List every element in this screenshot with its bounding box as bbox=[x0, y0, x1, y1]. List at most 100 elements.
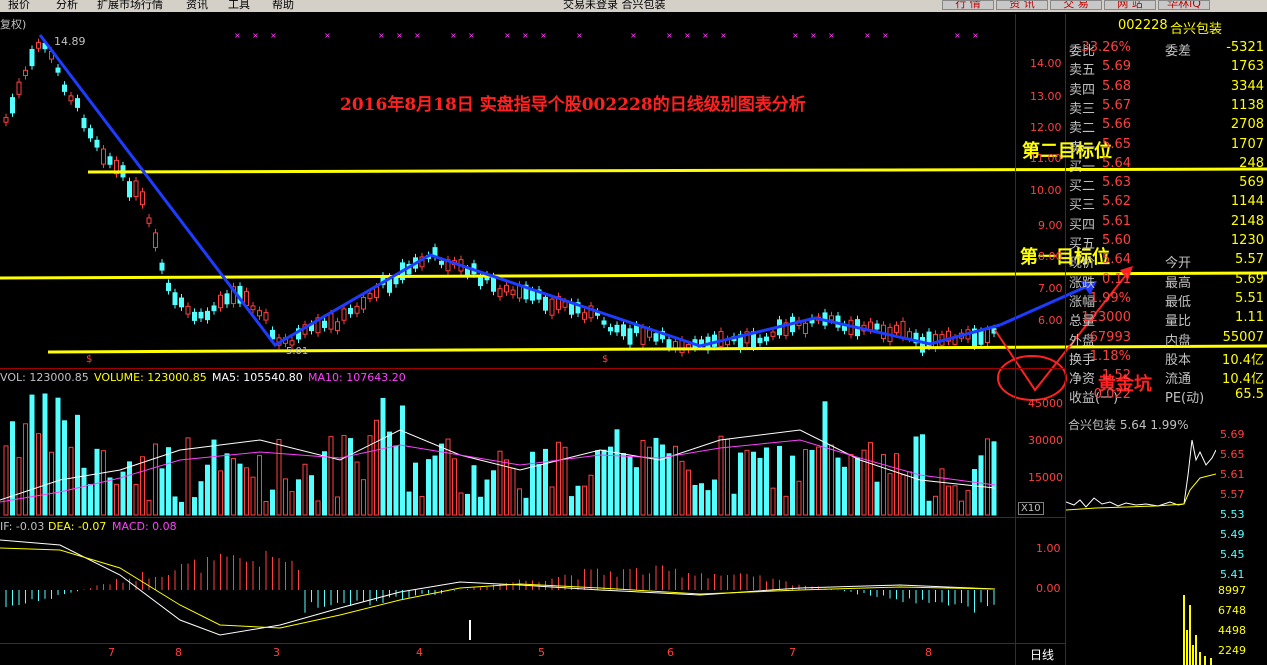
mini-volume-tick: 6748 bbox=[1218, 604, 1246, 617]
volume-bar bbox=[809, 449, 815, 516]
quote-cell: 2708 bbox=[1230, 117, 1264, 133]
volume-bar bbox=[270, 489, 275, 516]
volume-scale-badge[interactable]: X10 bbox=[1018, 502, 1044, 515]
menu-item-analysis[interactable]: 分析 bbox=[56, 0, 78, 12]
volume-bar bbox=[218, 470, 223, 516]
mini-volume-tick: 8997 bbox=[1218, 584, 1246, 597]
volume-bar bbox=[283, 478, 288, 516]
quote-cell: 1230 bbox=[1230, 233, 1264, 248]
volume-bar bbox=[569, 496, 574, 516]
mini-volume-tick: 4498 bbox=[1218, 624, 1246, 637]
mini-price-tick: 5.45 bbox=[1220, 548, 1245, 561]
quote-cell: 1707 bbox=[1230, 136, 1264, 152]
quote-button[interactable]: 行 情 bbox=[942, 0, 994, 10]
mini-intraday-chart[interactable] bbox=[1066, 430, 1216, 665]
menu-item-news[interactable]: 资讯 bbox=[186, 0, 208, 12]
volume-bar bbox=[458, 492, 464, 516]
candle-body bbox=[393, 276, 399, 285]
candle-body bbox=[621, 324, 626, 337]
candle-body bbox=[101, 148, 106, 165]
quote-cell: 55007 bbox=[1222, 329, 1264, 345]
candle-body bbox=[198, 311, 204, 319]
volume-bar bbox=[666, 453, 672, 516]
candle-body bbox=[172, 292, 178, 306]
quote-row: 卖二 5.66 2708 bbox=[1066, 117, 1267, 136]
volume-bar bbox=[874, 481, 880, 516]
volume-bar bbox=[842, 466, 847, 516]
quote-cell: -33.26% bbox=[1076, 40, 1131, 55]
trade-button[interactable]: 交 易 bbox=[1050, 0, 1102, 10]
volume-bar bbox=[965, 490, 971, 516]
ma5-value: MA5: 105540.80 bbox=[212, 371, 303, 384]
candle-body bbox=[211, 305, 217, 312]
candle-body bbox=[185, 305, 191, 315]
mini-volume-tick: 2249 bbox=[1218, 644, 1246, 657]
quote-row: 换手 1.18% 股本 10.4亿 bbox=[1066, 349, 1267, 368]
quote-cell: 卖二 bbox=[1069, 121, 1096, 137]
high-price-label: 14.89 bbox=[54, 35, 86, 48]
menu-item-extended-market[interactable]: 扩展市场行情 bbox=[97, 0, 163, 12]
quote-cell: 5.51 bbox=[1235, 290, 1264, 306]
volume-bar bbox=[582, 485, 587, 516]
volume-bar bbox=[387, 431, 392, 516]
volume-bar bbox=[991, 441, 997, 516]
volume-bar bbox=[354, 461, 360, 516]
candle-body bbox=[608, 327, 613, 332]
volume-bar bbox=[322, 451, 327, 516]
volume-bar bbox=[257, 455, 262, 516]
candle-body bbox=[341, 308, 347, 321]
volume-bar bbox=[465, 493, 470, 516]
quote-cell: 1763 bbox=[1230, 59, 1264, 75]
macd-value: MACD: 0.08 bbox=[112, 520, 177, 533]
candle-body bbox=[530, 290, 535, 301]
candle-body bbox=[146, 217, 152, 224]
volume-bar bbox=[211, 439, 217, 516]
period-tab[interactable]: 日线 bbox=[1030, 646, 1054, 663]
volume-bar bbox=[23, 423, 28, 516]
candle-body bbox=[127, 181, 132, 198]
volume-bar bbox=[114, 483, 119, 516]
candle-body bbox=[81, 117, 87, 129]
hualin-iq-button[interactable]: 华林iQ bbox=[1158, 0, 1210, 10]
menu-item-help[interactable]: 帮助 bbox=[272, 0, 294, 12]
website-button[interactable]: 网 站 bbox=[1104, 0, 1156, 10]
volume-bar bbox=[822, 401, 828, 516]
fuquan-label[interactable]: 复权) bbox=[0, 16, 26, 32]
volume-bar bbox=[166, 447, 171, 516]
quote-cell: 股本 bbox=[1165, 352, 1192, 368]
volume-tick: 30000 bbox=[1028, 434, 1063, 447]
volume-bar bbox=[933, 495, 938, 516]
volume-bar bbox=[601, 449, 607, 516]
menu-item-tools[interactable]: 工具 bbox=[228, 0, 250, 12]
candle-body bbox=[874, 323, 880, 330]
window-title: 交易未登录 合兴包装 bbox=[563, 0, 666, 11]
quote-cell: 流通 bbox=[1165, 372, 1192, 388]
candle-body bbox=[16, 81, 22, 95]
candle-body bbox=[757, 337, 763, 344]
candle-body bbox=[75, 98, 80, 108]
quote-cell: 净资 bbox=[1069, 372, 1096, 388]
volume-bar bbox=[621, 453, 626, 516]
price-tick: 9.00 bbox=[1038, 219, 1063, 232]
volume-bar bbox=[731, 493, 737, 516]
volume-bar bbox=[400, 405, 405, 516]
quote-cell: 委差 bbox=[1165, 44, 1192, 59]
volume-bar bbox=[673, 445, 678, 516]
signal-marker: × bbox=[702, 31, 709, 40]
candle-body bbox=[133, 180, 139, 198]
volume-bar bbox=[439, 443, 444, 516]
volume-bar bbox=[894, 453, 899, 516]
menu-item-quote[interactable]: 报价 bbox=[8, 0, 30, 12]
signal-marker: × bbox=[450, 31, 457, 40]
quote-cell: 今开 bbox=[1165, 256, 1192, 272]
volume-bar bbox=[907, 471, 912, 516]
volume-bar bbox=[328, 436, 334, 516]
quote-cell: 0.022 bbox=[1093, 387, 1131, 403]
price-tick: 10.00 bbox=[1030, 184, 1062, 197]
signal-marker: × bbox=[810, 31, 817, 40]
quote-cell: 5.63 bbox=[1102, 175, 1131, 191]
news-button[interactable]: 资 讯 bbox=[996, 0, 1048, 10]
quote-row: 卖一 5.65 1707 bbox=[1066, 137, 1267, 156]
volume-bar bbox=[107, 477, 113, 516]
month-label: 7 bbox=[108, 646, 115, 659]
